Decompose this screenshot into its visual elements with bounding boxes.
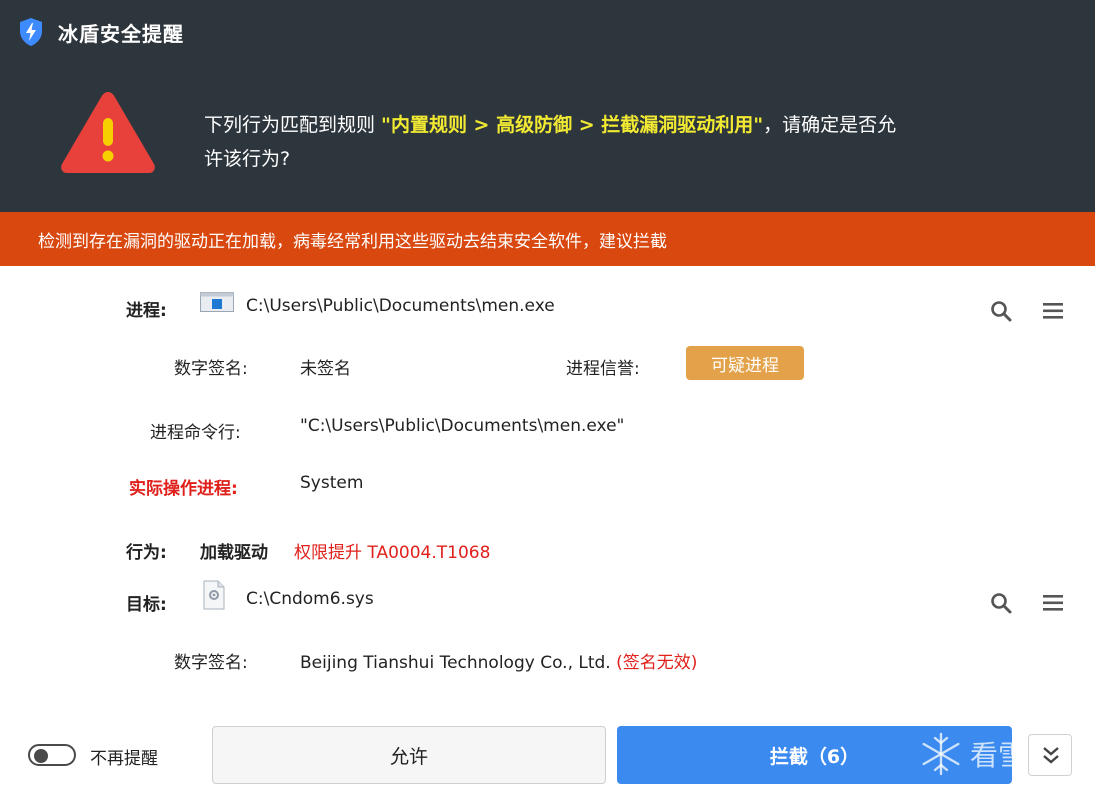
search-icon[interactable] bbox=[988, 298, 1014, 324]
alert-message: 下列行为匹配到规则 "内置规则 > 高级防御 > 拦截漏洞驱动利用"，请确定是否… bbox=[204, 108, 1044, 176]
process-window-icon bbox=[200, 292, 234, 312]
dont-remind-label: 不再提醒 bbox=[90, 749, 158, 769]
process-label: 进程: bbox=[126, 301, 167, 321]
alert-suffix-line1: ，请确定是否允 bbox=[763, 114, 897, 136]
alert-suffix-line2: 许该行为? bbox=[204, 148, 291, 170]
process-signature-label: 数字签名: bbox=[174, 359, 248, 379]
target-signer: Beijing Tianshui Technology Co., Ltd. bbox=[300, 653, 611, 673]
snowflake-logo-icon bbox=[922, 732, 960, 776]
actual-process-label: 实际操作进程: bbox=[129, 479, 238, 499]
warning-triangle-icon bbox=[61, 92, 155, 173]
target-label: 目标: bbox=[126, 595, 167, 615]
alert-header: 冰盾安全提醒 下列行为匹配到规则 "内置规则 > 高级防御 > 拦截漏洞驱动利用… bbox=[0, 0, 1095, 212]
actual-process-value: System bbox=[300, 473, 364, 493]
watermark-text: 看雪 bbox=[970, 739, 1027, 772]
target-signature-label: 数字签名: bbox=[174, 653, 248, 673]
search-icon[interactable] bbox=[988, 590, 1014, 616]
banner-text: 检测到存在漏洞的驱动正在加载，病毒经常利用这些驱动去结束安全软件，建议拦截 bbox=[38, 231, 667, 252]
title-bar: 冰盾安全提醒 bbox=[18, 16, 184, 48]
warning-banner: 检测到存在漏洞的驱动正在加载，病毒经常利用这些驱动去结束安全软件，建议拦截 bbox=[0, 212, 1095, 266]
signature-status: (签名无效) bbox=[616, 653, 698, 673]
matched-rule: "内置规则 > 高级防御 > 拦截漏洞驱动利用" bbox=[381, 114, 764, 136]
alert-prefix: 下列行为匹配到规则 bbox=[204, 114, 382, 136]
target-path: C:\Cndom6.sys bbox=[246, 589, 374, 609]
toggle-knob bbox=[34, 749, 48, 763]
process-reputation-label: 进程信誉: bbox=[566, 359, 640, 379]
menu-icon[interactable] bbox=[1040, 298, 1066, 324]
cmdline-label: 进程命令行: bbox=[150, 423, 241, 443]
shield-lightning-icon bbox=[20, 18, 42, 46]
cmdline-value: "C:\Users\Public\Documents\men.exe" bbox=[300, 416, 625, 436]
expand-button[interactable] bbox=[1028, 734, 1072, 776]
watermark: 看雪 bbox=[918, 726, 1026, 782]
behavior-action: 加载驱动 bbox=[200, 543, 268, 563]
window-title: 冰盾安全提醒 bbox=[58, 21, 184, 46]
dont-remind-toggle[interactable] bbox=[28, 744, 76, 766]
chevron-double-down-icon bbox=[1043, 747, 1059, 764]
process-signature-value: 未签名 bbox=[300, 359, 351, 379]
process-path: C:\Users\Public\Documents\men.exe bbox=[246, 296, 555, 316]
allow-button[interactable]: 允许 bbox=[212, 726, 606, 784]
sys-file-icon bbox=[203, 580, 225, 610]
behavior-tag: 权限提升 TA0004.T1068 bbox=[294, 543, 491, 563]
menu-icon[interactable] bbox=[1040, 590, 1066, 616]
reputation-badge: 可疑进程 bbox=[686, 346, 804, 380]
behavior-label: 行为: bbox=[126, 543, 167, 563]
target-signature-value: Beijing Tianshui Technology Co., Ltd. (签… bbox=[300, 648, 697, 673]
